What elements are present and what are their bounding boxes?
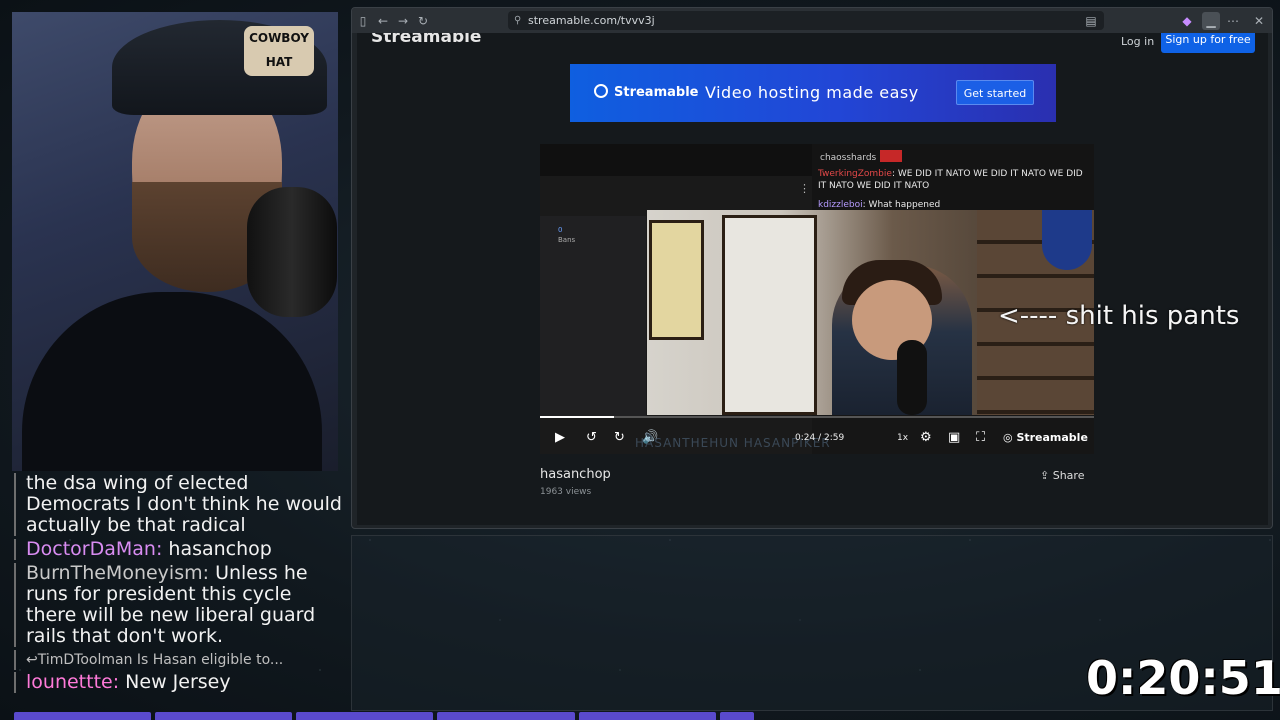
bottom-bar-segment (437, 712, 575, 720)
chat-colon: : (155, 538, 169, 560)
bans-count: 0 (558, 226, 563, 234)
chat-bar (14, 672, 16, 693)
webcam-feed: COWBOY HAT (12, 12, 338, 471)
chat-bar (14, 473, 16, 536)
bottom-bar-segment (155, 712, 293, 720)
chat-colon: : (202, 562, 216, 584)
reader-view-icon[interactable]: ▤ (1082, 12, 1100, 30)
signup-button[interactable]: Sign up for free (1161, 33, 1255, 53)
chat-message: lounettte: New Jersey (12, 672, 342, 693)
chat-bar (14, 563, 16, 647)
webcam-body (22, 292, 322, 471)
chat-colon: : (112, 671, 126, 693)
ad-logo: Streamable (594, 84, 698, 100)
play-icon[interactable]: ▶ (555, 430, 565, 445)
fullscreen-icon[interactable]: ⛶ (976, 430, 985, 445)
chat-username[interactable]: lounettte (26, 671, 113, 693)
back-icon[interactable]: ← (374, 12, 392, 30)
stream-timer: 0:20:51 (1086, 651, 1280, 705)
fast-forward-icon[interactable]: ↻ (614, 430, 625, 445)
bans-label: Bans (558, 236, 576, 244)
ad-logo-text: Streamable (614, 85, 699, 100)
chat-text: the dsa wing of elected Democrats I don'… (26, 472, 342, 536)
extension-icon[interactable]: ◆ (1178, 12, 1196, 30)
emote-icon (880, 150, 903, 162)
chat-message: BurnTheMoneyism: Unless he runs for pres… (12, 563, 342, 647)
browser-toolbar: ▯ ← → ↻ ⚲ streamable.com/tvvv3j ▤ ◆ ▁ ⋯ … (352, 8, 1272, 33)
address-bar[interactable]: ⚲ streamable.com/tvvv3j (508, 11, 1104, 30)
cutout-figure (722, 215, 817, 415)
get-started-button[interactable]: Get started (956, 80, 1034, 105)
poster-frame (649, 220, 704, 340)
shield-decoration (1042, 210, 1092, 270)
video-top-strip (540, 144, 812, 176)
embedded-chat-user: TwerkingZombie (818, 169, 892, 179)
video-views: 1963 views (540, 487, 592, 497)
page-content: Streamable Log in Sign up for free Strea… (357, 33, 1268, 525)
more-icon[interactable]: ⋯ (1224, 12, 1242, 30)
ad-tagline: Video hosting made easy (705, 83, 919, 102)
bottom-bar-segment (14, 712, 152, 720)
site-logo[interactable]: Streamable (371, 33, 481, 47)
reply-text: ↩TimDToolman Is Hasan eligible to... (26, 652, 284, 668)
dashed-divider: _ _ _ _ _ _ _ _ _ _ _ _ _ _ _ _ _ _ _ _ … (374, 682, 1084, 698)
login-link[interactable]: Log in (1121, 35, 1154, 48)
chat-bar (14, 539, 16, 560)
picture-in-picture-icon[interactable]: ▣ (948, 430, 960, 445)
playback-rate-button[interactable]: 1x (897, 433, 908, 443)
video-side-panel (540, 216, 646, 416)
webcam-microphone (247, 187, 337, 317)
chat-username[interactable]: BurnTheMoneyism (26, 562, 203, 584)
browser-window: ▯ ← → ↻ ⚲ streamable.com/tvvv3j ▤ ◆ ▁ ⋯ … (351, 7, 1273, 529)
bottom-bar-segment (578, 712, 716, 720)
chat-message: the dsa wing of elected Democrats I don'… (12, 473, 342, 536)
close-icon[interactable]: ✕ (1250, 12, 1268, 30)
url-text: streamable.com/tvvv3j (528, 14, 655, 27)
rewind-icon[interactable]: ↺ (586, 430, 597, 445)
video-progress-fill (540, 416, 615, 418)
share-icon: ⇪ (1040, 469, 1053, 482)
player-brand-text: Streamable (1016, 431, 1088, 444)
embedded-chat-line: TwerkingZombie: WE DID IT NATO WE DID IT… (818, 169, 1083, 191)
bottom-bar-segment (719, 712, 754, 720)
streamer-microphone (897, 340, 927, 415)
embedded-chat-line: kdizzleboi: What happened (818, 200, 941, 210)
embedded-chat-user: chaosshards (820, 153, 877, 163)
overlay-caption: <---- shit his pants (998, 301, 1240, 331)
sidebar-toggle-icon[interactable]: ▯ (354, 12, 372, 30)
video-title: hasanchop (540, 467, 611, 482)
chat-text: hasanchop (168, 538, 272, 560)
chat-reply-context: ↩TimDToolman Is Hasan eligible to... (12, 650, 342, 670)
chat-username[interactable]: DoctorDaMan (26, 538, 156, 560)
volume-icon[interactable]: 🔊 (642, 430, 658, 445)
video-player[interactable]: ⋮ 0 Bans chaosshards TwerkingZombie: WE … (540, 144, 1094, 454)
player-brand[interactable]: ◎ Streamable (1003, 431, 1088, 444)
site-info-icon[interactable]: ⚲ (514, 11, 521, 30)
stream-chat: the dsa wing of elected Democrats I don'… (12, 471, 342, 711)
cap-logo: COWBOY HAT (244, 26, 314, 76)
ad-banner[interactable]: Streamable Video hosting made easy Get s… (570, 64, 1056, 122)
chat-bar (14, 650, 16, 670)
embedded-chat-text: What happened (868, 200, 941, 210)
share-button[interactable]: ⇪ Share (1040, 469, 1084, 482)
minimize-icon[interactable]: ▁ (1202, 12, 1220, 30)
chat-message: DoctorDaMan: hasanchop (12, 539, 342, 560)
video-progress-bar[interactable] (540, 416, 1094, 418)
reload-icon[interactable]: ↻ (414, 12, 432, 30)
embedded-chat-line: chaosshards (820, 150, 903, 163)
forward-icon[interactable]: → (394, 12, 412, 30)
player-logo-icon: ◎ (1003, 431, 1017, 444)
settings-gear-icon[interactable]: ⚙ (920, 430, 932, 445)
bottom-bar-segment (296, 712, 434, 720)
embedded-chat-user: kdizzleboi (818, 200, 863, 210)
chat-text: New Jersey (125, 671, 231, 693)
share-label: Share (1052, 469, 1085, 482)
embedded-chat: chaosshards TwerkingZombie: WE DID IT NA… (812, 144, 1094, 210)
bottom-bar (14, 712, 754, 720)
kebab-menu-icon: ⋮ (799, 182, 810, 195)
video-time: 0:24 / 2:59 (795, 433, 845, 443)
streamable-logo-icon (594, 84, 608, 98)
